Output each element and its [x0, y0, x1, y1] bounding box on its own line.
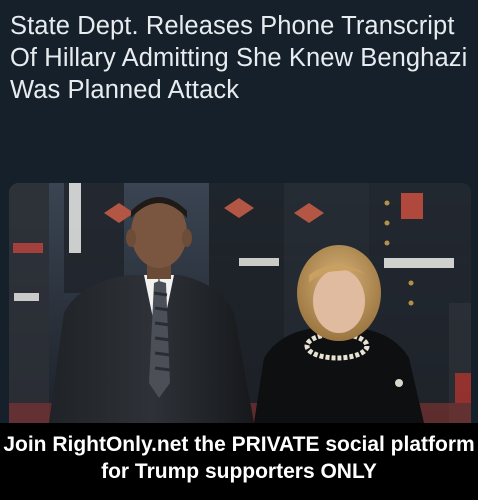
- tweet-card: State Dept. Releases Phone Transcript Of…: [0, 0, 478, 500]
- promo-banner-text: Join RightOnly.net the PRIVATE social pl…: [3, 433, 475, 483]
- article-headline[interactable]: State Dept. Releases Phone Transcript Of…: [10, 10, 470, 106]
- promo-banner: Join RightOnly.net the PRIVATE social pl…: [0, 423, 478, 500]
- article-photo[interactable]: [9, 183, 471, 423]
